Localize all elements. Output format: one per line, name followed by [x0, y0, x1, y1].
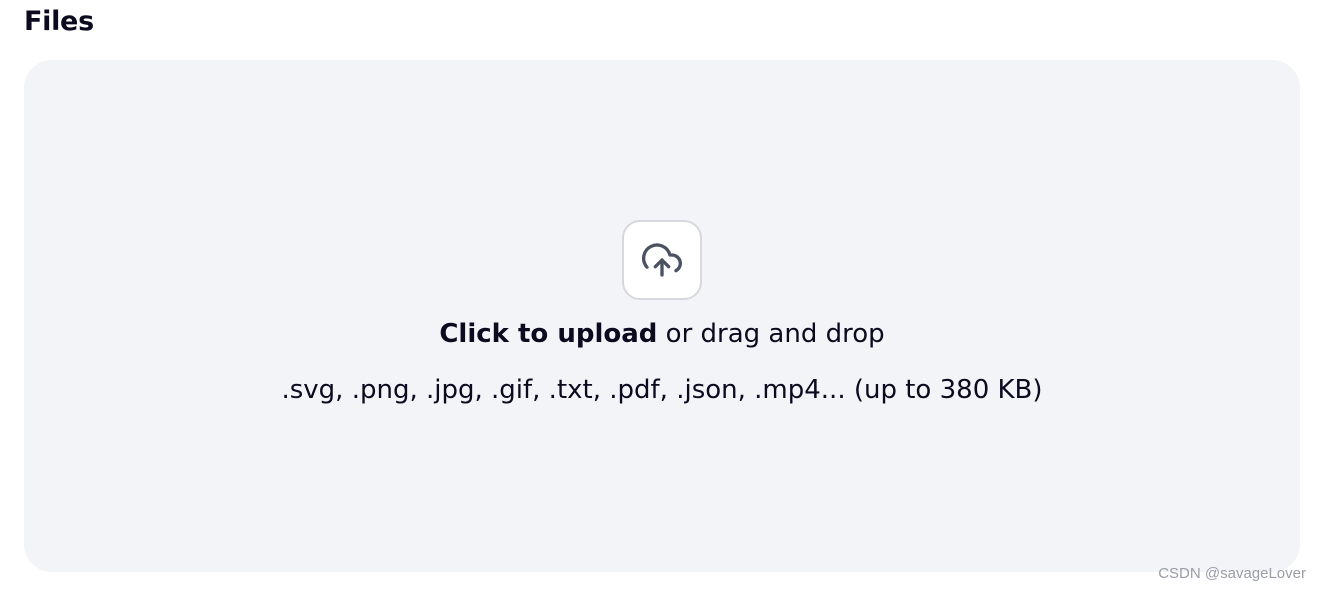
accepted-formats-hint: .svg, .png, .jpg, .gif, .txt, .pdf, .jso… — [281, 375, 1043, 405]
upload-instruction: Click to upload or drag and drop — [24, 316, 1300, 352]
file-dropzone[interactable]: Click to upload or drag and drop .svg, .… — [24, 60, 1300, 572]
watermark: CSDN @savageLover — [1158, 565, 1306, 582]
page: Files Click to upload or drag and drop .… — [0, 0, 1322, 592]
click-to-upload-link[interactable]: Click to upload — [439, 319, 657, 349]
cloud-upload-icon — [642, 243, 682, 277]
section-title: Files — [24, 6, 94, 37]
upload-icon-container — [622, 220, 702, 300]
drag-and-drop-text: or drag and drop — [657, 319, 885, 349]
